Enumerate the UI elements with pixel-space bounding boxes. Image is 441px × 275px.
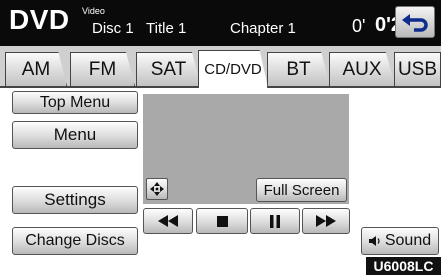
format-label: Video — [82, 6, 105, 16]
source-label: DVD — [9, 4, 70, 35]
top-menu-button[interactable]: Top Menu — [12, 91, 138, 114]
tab-sat[interactable]: SAT — [136, 52, 201, 86]
figure-code-label: U6008LC — [366, 257, 441, 275]
menu-button[interactable]: Menu — [12, 121, 138, 149]
tab-aux[interactable]: AUX — [329, 52, 395, 86]
back-button[interactable] — [395, 6, 435, 38]
disc-indicator: Disc 1 — [92, 20, 134, 37]
stop-icon — [216, 215, 228, 227]
settings-button[interactable]: Settings — [12, 186, 138, 214]
stop-button[interactable] — [196, 208, 248, 234]
tab-cd-dvd[interactable]: CD/DVD — [198, 50, 268, 88]
speaker-icon — [368, 236, 380, 246]
sound-button[interactable]: Sound — [361, 227, 439, 255]
tab-fm[interactable]: FM — [70, 52, 135, 86]
direction-pad-icon — [150, 182, 164, 196]
status-bar: DVD Video Disc 1 Title 1 Chapter 1 0' 0'… — [0, 0, 441, 46]
rewind-button[interactable] — [143, 208, 193, 234]
pause-icon — [270, 214, 280, 228]
elapsed-hours: 0' — [352, 16, 366, 36]
rewind-icon — [158, 215, 178, 227]
full-screen-button[interactable]: Full Screen — [256, 178, 347, 202]
title-indicator: Title 1 — [146, 20, 187, 37]
tab-am[interactable]: AM — [5, 52, 67, 86]
direction-pad-button[interactable] — [146, 178, 168, 200]
change-discs-button[interactable]: Change Discs — [12, 227, 138, 255]
fast-forward-icon — [316, 215, 336, 227]
sound-label: Sound — [384, 232, 432, 249]
chapter-indicator: Chapter 1 — [230, 20, 296, 37]
tab-usb[interactable]: USB — [394, 52, 441, 86]
pause-button[interactable] — [250, 208, 300, 234]
tab-bt[interactable]: BT — [267, 52, 330, 86]
return-arrow-icon — [402, 14, 428, 32]
fast-forward-button[interactable] — [302, 208, 350, 234]
